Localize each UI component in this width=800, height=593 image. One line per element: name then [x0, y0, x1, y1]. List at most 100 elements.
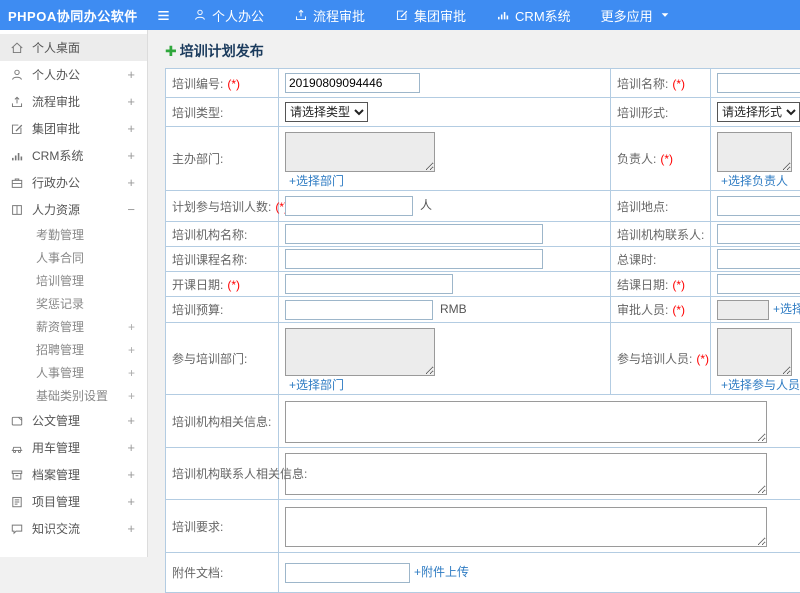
- sidebar-subitem-base-category-settings[interactable]: 基础类别设置 +: [0, 384, 147, 407]
- sidebar-item-crm-system[interactable]: CRM系统+: [0, 142, 147, 169]
- expand-toggle-icon[interactable]: +: [128, 389, 135, 403]
- expand-toggle-icon[interactable]: +: [127, 121, 135, 136]
- training-budget-input[interactable]: [285, 300, 433, 320]
- top-nav-集团审批[interactable]: 集团审批: [395, 6, 466, 25]
- sidebar-item-project-mgmt[interactable]: 项目管理+: [0, 488, 147, 515]
- sidebar-item-vehicle-mgmt[interactable]: 用车管理 +: [0, 434, 147, 461]
- sidebar-subitem-attendance-mgmt[interactable]: 考勤管理: [0, 223, 147, 246]
- sidebar-subitem-personnel-mgmt[interactable]: 人事管理+: [0, 361, 147, 384]
- training-plan-form: 培训编号:(*)培训名称:(*)培训类型:请选择类型培训形式:请选择形式主办部门…: [165, 68, 800, 593]
- top-nav: 个人办公 流程审批 集团审批 CRM系统 更多应用: [193, 6, 702, 25]
- sidebar-item-document-mgmt[interactable]: 公文管理+: [0, 407, 147, 434]
- participating-personnel-textarea[interactable]: [717, 328, 792, 376]
- chart-icon: [496, 8, 510, 22]
- end-date-input[interactable]: [717, 274, 800, 294]
- training-number-cell: 培训编号:(*): [166, 69, 279, 98]
- responsible-person-select-link[interactable]: +选择负责人: [721, 174, 788, 188]
- participating-personnel-select-link[interactable]: +选择参与人员: [721, 378, 800, 392]
- expand-toggle-icon[interactable]: −: [127, 202, 135, 217]
- approvers-select-link[interactable]: +选择审批人员: [773, 302, 800, 316]
- top-nav-流程审批[interactable]: 流程审批: [294, 6, 365, 25]
- top-nav-CRM系统[interactable]: CRM系统: [496, 6, 571, 25]
- training-name-field-cell: [711, 69, 800, 98]
- sidebar-subitem-label: 培训管理: [36, 272, 84, 289]
- expand-toggle-icon[interactable]: +: [127, 521, 135, 536]
- total-hours-label: 总课时:: [617, 253, 656, 267]
- participating-departments-select-link[interactable]: +选择部门: [289, 378, 344, 392]
- attachment-label: 附件文档:: [172, 566, 223, 580]
- expand-toggle-icon[interactable]: +: [128, 366, 135, 380]
- training-name-input[interactable]: [717, 73, 800, 93]
- sidebar-subitem-personnel-contract[interactable]: 人事合同: [0, 246, 147, 269]
- training-form-label: 培训形式:: [617, 106, 668, 120]
- expand-toggle-icon[interactable]: +: [127, 148, 135, 163]
- expand-toggle-icon[interactable]: +: [127, 94, 135, 109]
- expand-toggle-icon[interactable]: +: [127, 67, 135, 82]
- attachment-select-link[interactable]: +附件上传: [414, 565, 469, 579]
- training-org-info-label: 培训机构相关信息:: [172, 415, 271, 429]
- sidebar-item-knowledge-exchange[interactable]: 知识交流+: [0, 515, 147, 542]
- sidebar-item-personal-office[interactable]: 个人办公+: [0, 61, 147, 88]
- start-date-input[interactable]: [285, 274, 453, 294]
- host-department-textarea[interactable]: [285, 132, 435, 172]
- training-requirements-textarea[interactable]: [285, 507, 767, 547]
- training-location-input[interactable]: [717, 196, 800, 216]
- sidebar-subitem-recruitment-mgmt[interactable]: 招聘管理+: [0, 338, 147, 361]
- required-marker: (*): [660, 152, 673, 166]
- nav-label: 更多应用: [601, 6, 653, 25]
- sidebar-item-human-resources[interactable]: 人力资源−: [0, 196, 147, 223]
- chart-icon: [10, 149, 24, 163]
- training-org-contact-input[interactable]: [717, 224, 800, 244]
- training-org-name-input[interactable]: [285, 224, 543, 244]
- training-number-input[interactable]: [285, 73, 420, 93]
- hamburger-icon[interactable]: [156, 8, 171, 23]
- top-nav-个人办公[interactable]: 个人办公: [193, 6, 264, 25]
- expand-toggle-icon[interactable]: +: [128, 343, 135, 357]
- training-budget-cell: 培训预算:: [166, 297, 279, 323]
- sidebar-subitem-reward-punishment[interactable]: 奖惩记录: [0, 292, 147, 315]
- expand-toggle-icon[interactable]: +: [127, 413, 135, 428]
- course-name-input[interactable]: [285, 249, 543, 269]
- training-budget-field-cell: RMB: [279, 297, 611, 323]
- approvers-input[interactable]: [717, 300, 769, 320]
- training-type-select[interactable]: 请选择类型: [285, 102, 368, 122]
- app-title: PHPOA协同办公软件: [0, 6, 148, 25]
- total-hours-input[interactable]: [717, 249, 800, 269]
- expand-toggle-icon[interactable]: +: [127, 440, 135, 455]
- training-org-info-field-cell: [279, 395, 800, 448]
- expand-toggle-icon[interactable]: +: [128, 320, 135, 334]
- home-icon: [10, 41, 24, 55]
- planned-participants-input[interactable]: [285, 196, 413, 216]
- participating-departments-textarea[interactable]: [285, 328, 435, 376]
- sidebar-item-archive-mgmt[interactable]: 档案管理+: [0, 461, 147, 488]
- expand-toggle-icon[interactable]: +: [127, 494, 135, 509]
- nav-label: CRM系统: [515, 6, 571, 25]
- training-form-cell: 培训形式:: [611, 98, 711, 127]
- total-hours-cell: 总课时:: [611, 247, 711, 272]
- participating-departments-label: 参与培训部门:: [172, 352, 247, 366]
- sidebar-subitem-label: 基础类别设置: [36, 387, 108, 404]
- sidebar-subitem-salary-mgmt[interactable]: 薪资管理+: [0, 315, 147, 338]
- course-name-cell: 培训课程名称:: [166, 247, 279, 272]
- training-form-select[interactable]: 请选择形式: [717, 102, 800, 122]
- sidebar-item-admin-office[interactable]: 行政办公+: [0, 169, 147, 196]
- sidebar-item-label: 用车管理: [32, 439, 80, 456]
- top-nav-更多应用[interactable]: 更多应用: [601, 6, 672, 25]
- upload-icon: [10, 95, 24, 109]
- attachment-input[interactable]: [285, 563, 410, 583]
- expand-toggle-icon[interactable]: +: [127, 467, 135, 482]
- sidebar-item-label: 集团审批: [32, 120, 80, 137]
- end-date-label: 结课日期:: [617, 278, 668, 292]
- training-org-contact-info-textarea[interactable]: [285, 453, 767, 495]
- sidebar-item-personal-desktop[interactable]: 个人桌面: [0, 34, 147, 61]
- sidebar-item-group-approval[interactable]: 集团审批 +: [0, 115, 147, 142]
- project-icon: [10, 495, 24, 509]
- responsible-person-textarea[interactable]: [717, 132, 792, 172]
- sidebar-item-workflow-approval[interactable]: 流程审批+: [0, 88, 147, 115]
- sidebar-subitem-training-mgmt[interactable]: 培训管理: [0, 269, 147, 292]
- host-department-select-link[interactable]: +选择部门: [289, 174, 344, 188]
- caret-down-icon: [658, 8, 672, 22]
- user-icon: [10, 68, 24, 82]
- training-org-info-textarea[interactable]: [285, 401, 767, 443]
- expand-toggle-icon[interactable]: +: [127, 175, 135, 190]
